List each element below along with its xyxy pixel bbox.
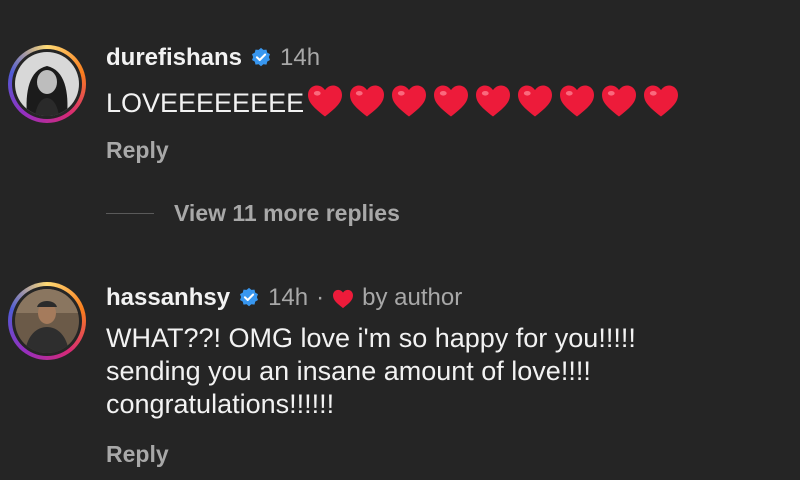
comment-text-content: LOVEEEEEEEE bbox=[106, 88, 305, 119]
heart-emoji-icon bbox=[516, 84, 554, 126]
reply-button[interactable]: Reply bbox=[106, 441, 169, 468]
reply-button[interactable]: Reply bbox=[106, 137, 169, 164]
comment-text: LOVEEEEEEEE bbox=[106, 84, 680, 126]
heart-emoji-icon bbox=[306, 84, 344, 126]
heart-emoji-icon bbox=[348, 84, 386, 126]
heart-emoji-row bbox=[306, 84, 680, 126]
heart-emoji-icon bbox=[390, 84, 428, 126]
timestamp: 14h bbox=[268, 284, 309, 311]
verified-badge-icon bbox=[250, 47, 272, 69]
avatar-photo-woman bbox=[15, 52, 79, 116]
avatar[interactable] bbox=[8, 282, 86, 360]
avatar-photo-man bbox=[15, 289, 79, 353]
heart-liked-icon bbox=[332, 288, 354, 309]
divider bbox=[106, 213, 154, 214]
view-more-label[interactable]: View 11 more replies bbox=[174, 200, 400, 227]
avatar[interactable] bbox=[8, 45, 86, 123]
comment-hassanhsy: hassanhsy 14h · by author WHAT??! OMG lo… bbox=[0, 260, 800, 480]
username[interactable]: hassanhsy bbox=[106, 284, 230, 312]
comment-text: WHAT??! OMG love i'm so happy for you!!!… bbox=[106, 322, 636, 421]
comment-line: sending you an insane amount of love!!!! bbox=[106, 356, 591, 386]
heart-emoji-icon bbox=[474, 84, 512, 126]
liked-by-author-label: by author bbox=[362, 284, 463, 311]
verified-badge-icon bbox=[238, 287, 260, 309]
heart-emoji-icon bbox=[558, 84, 596, 126]
comment-line: congratulations!!!!!! bbox=[106, 389, 335, 419]
heart-emoji-icon bbox=[600, 84, 638, 126]
separator-dot: · bbox=[316, 284, 325, 311]
heart-emoji-icon bbox=[432, 84, 470, 126]
view-more-replies[interactable]: View 11 more replies bbox=[106, 200, 400, 227]
heart-emoji-icon bbox=[642, 84, 680, 126]
comment-durefishans: durefishans 14h LOVEEEEEEEE Reply bbox=[0, 0, 800, 190]
timestamp: 14h bbox=[280, 44, 321, 71]
comment-line: WHAT??! OMG love i'm so happy for you!!!… bbox=[106, 323, 636, 353]
username[interactable]: durefishans bbox=[106, 44, 242, 72]
